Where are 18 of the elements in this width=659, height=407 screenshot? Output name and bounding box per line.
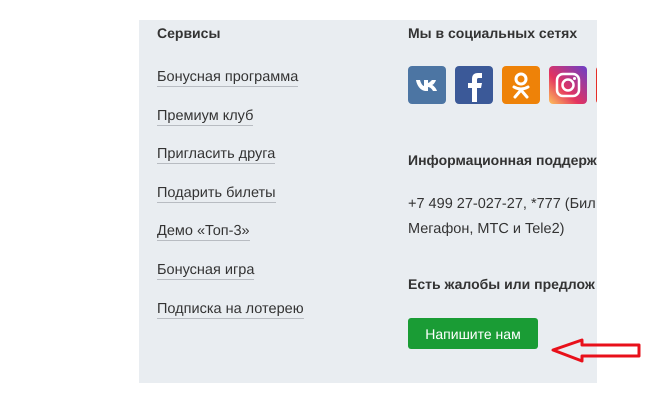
f-logo-icon[interactable] bbox=[455, 66, 493, 104]
service-link[interactable]: Премиум клуб bbox=[157, 106, 254, 126]
service-link[interactable]: Подарить билеты bbox=[157, 184, 276, 203]
figure-logo-icon[interactable] bbox=[502, 66, 540, 104]
section-title: Информационная поддерж bbox=[408, 151, 597, 169]
service-link[interactable]: Подписка на лотерею bbox=[157, 300, 304, 319]
service-link[interactable]: Пригласить друга bbox=[157, 145, 276, 164]
service-link[interactable]: Бонусная игра bbox=[157, 260, 254, 280]
phone-text: +7 499 27-027-27, *777 (Бил bbox=[408, 195, 597, 213]
service-link[interactable]: Демо «Топ-3» bbox=[157, 222, 250, 242]
service-link[interactable]: Бонусная программа bbox=[157, 68, 298, 87]
section-title: Сервисы bbox=[157, 24, 222, 42]
camera-icon[interactable] bbox=[549, 66, 587, 104]
section-title: Есть жалобы или предлож bbox=[408, 275, 596, 293]
vk-logo-icon[interactable] bbox=[408, 66, 446, 104]
write-us-button[interactable]: Напишите нам bbox=[408, 318, 538, 349]
phone-text: Мегафон, МТС и Tele2) bbox=[408, 220, 566, 238]
section-title: Мы в социальных сетях bbox=[408, 24, 578, 42]
